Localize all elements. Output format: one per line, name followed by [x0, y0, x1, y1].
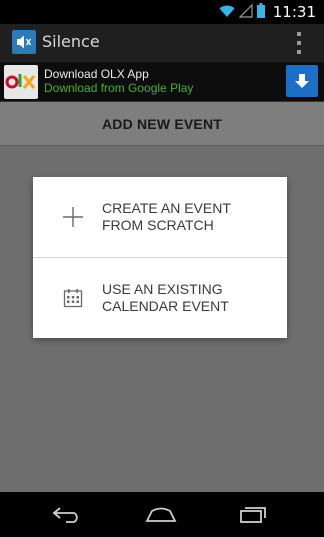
- overflow-menu-icon[interactable]: [296, 32, 302, 54]
- action-bar: Silence: [0, 24, 324, 62]
- status-time: 11:31: [272, 3, 316, 21]
- ad-title: Download OLX App: [44, 67, 149, 81]
- create-event-label: CREATE AN EVENT FROM SCRATCH: [102, 200, 231, 233]
- use-existing-event-label: USE AN EXISTING CALENDAR EVENT: [102, 281, 229, 314]
- create-event-from-scratch-option[interactable]: CREATE AN EVENT FROM SCRATCH: [33, 177, 287, 257]
- app-title: Silence: [42, 32, 100, 51]
- plus-icon: [61, 205, 85, 229]
- signal-icon: [238, 3, 253, 22]
- battery-icon: [256, 2, 265, 22]
- status-icons: 11:31: [219, 2, 316, 22]
- content-area: ADD NEW EVENT CREATE AN EVENT FROM SCRAT…: [0, 102, 324, 492]
- olx-logo: [4, 65, 38, 99]
- add-new-event-header: ADD NEW EVENT: [0, 102, 324, 146]
- status-bar: 11:31: [0, 0, 324, 24]
- page-title: ADD NEW EVENT: [101, 115, 223, 132]
- back-icon[interactable]: [47, 502, 87, 526]
- add-event-dialog: CREATE AN EVENT FROM SCRATCH USE AN EXIS…: [33, 177, 287, 338]
- recent-apps-icon[interactable]: [234, 502, 274, 526]
- ad-banner[interactable]: Download OLX App Download from Google Pl…: [0, 62, 324, 102]
- wifi-icon: [219, 3, 235, 22]
- ad-subtitle: Download from Google Play: [44, 81, 194, 95]
- calendar-icon: [61, 286, 85, 310]
- download-icon[interactable]: [286, 65, 318, 97]
- navigation-bar: [0, 492, 324, 537]
- speaker-mute-icon[interactable]: [12, 30, 36, 54]
- home-icon[interactable]: [141, 502, 181, 526]
- use-existing-calendar-event-option[interactable]: USE AN EXISTING CALENDAR EVENT: [33, 258, 287, 338]
